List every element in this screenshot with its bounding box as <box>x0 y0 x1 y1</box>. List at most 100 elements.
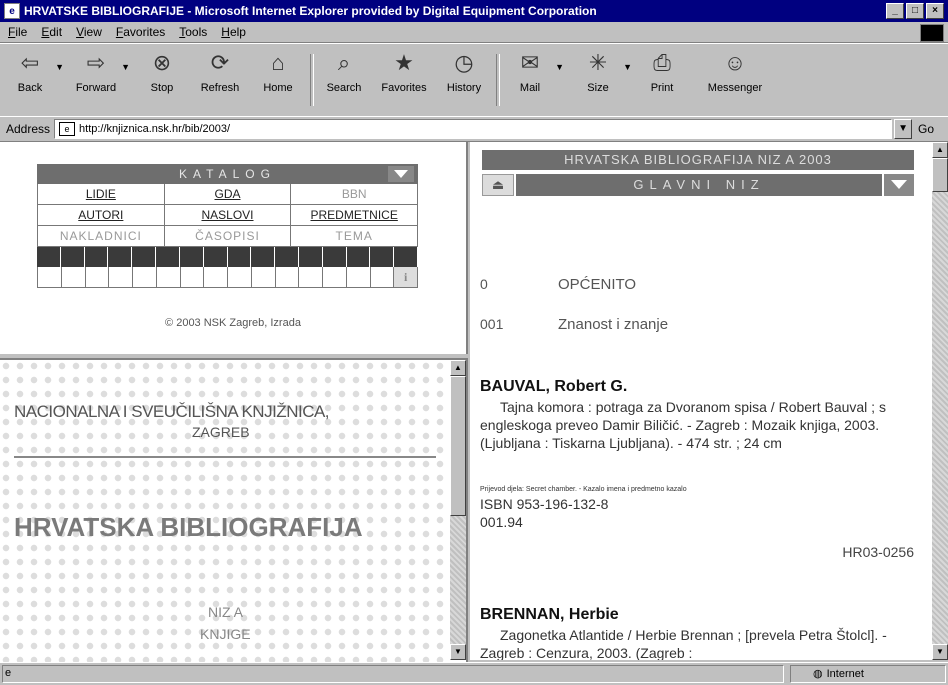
menu-file[interactable]: File <box>8 25 27 39</box>
address-input[interactable]: e http://knjiznica.nsk.hr/bib/2003/ <box>54 119 893 139</box>
search-button[interactable]: ⌕ Search <box>318 48 370 112</box>
globe-icon: ◍ <box>813 668 823 680</box>
menu-help[interactable]: Help <box>221 25 246 39</box>
link-gda[interactable]: GDA <box>165 184 292 204</box>
link-nakladnici[interactable]: NAKLADNICI <box>38 226 165 246</box>
scroll-up-icon[interactable]: ▲ <box>932 142 948 158</box>
library-city: ZAGREB <box>192 424 250 440</box>
text-size-icon: ✳ <box>588 50 608 75</box>
scroll-down-icon[interactable]: ▼ <box>450 644 466 660</box>
logo-frame-scrollbar[interactable]: ▲ ▼ <box>450 360 466 660</box>
size-dropdown-icon[interactable]: ▼ <box>623 62 632 72</box>
link-predmetnice[interactable]: PREDMETNICE <box>291 205 417 225</box>
library-name: NACIONALNA I SVEUČILIŠNA KNJIŽNICA, <box>14 402 330 421</box>
scroll-down-icon[interactable]: ▼ <box>932 644 948 660</box>
toolbar: ⇦ Back ▼ ⇨ Forward ▼ ⊗ Stop ⟳ Refresh ⌂ Home ⌕ S… <box>0 43 948 117</box>
entry-author: BRENNAN, Herbie <box>480 606 619 623</box>
page-icon: e <box>5 667 12 679</box>
entry-description: Zagonetka Atlantide / Herbie Brennan ; [… <box>480 627 887 660</box>
size-button[interactable]: ✳ Size ▼ <box>572 48 632 112</box>
menu-favorites[interactable]: Favorites <box>116 25 165 39</box>
home-icon: ⌂ <box>271 50 285 75</box>
copyright-text: © 2003 NSK Zagreb, Izrada <box>165 317 301 329</box>
mail-button[interactable]: ✉ Mail ▼ <box>504 48 564 112</box>
subsection-name: Znanost i znanje <box>558 316 669 333</box>
niz-a-label[interactable]: NIZ A <box>208 604 243 620</box>
favorites-icon: ★ <box>394 50 414 75</box>
down-triangle-icon[interactable] <box>884 174 914 196</box>
entry-udc: 001.94 <box>480 514 523 530</box>
scroll-up-icon[interactable]: ▲ <box>450 360 466 376</box>
back-arrow-icon: ⇦ <box>20 50 40 75</box>
link-naslovi[interactable]: NASLOVI <box>165 205 292 225</box>
entry-description: Tajna komora : potraga za Dvoranom spisa… <box>480 399 886 451</box>
section-header: ⏏ GLAVNI NIZ <box>482 174 914 196</box>
home-button[interactable]: ⌂ Home <box>252 48 304 112</box>
content-frame: HRVATSKA BIBLIOGRAFIJA NIZ A 2003 ⏏ GLAV… <box>470 142 948 660</box>
messenger-button[interactable]: ☺ Messenger <box>700 48 770 112</box>
knjige-label[interactable]: KNJIGE <box>200 626 251 642</box>
page-icon: e <box>59 122 76 136</box>
refresh-button[interactable]: ⟳ Refresh <box>194 48 246 112</box>
link-autori[interactable]: AUTORI <box>38 205 165 225</box>
link-tema[interactable]: TEMA <box>291 226 417 246</box>
search-icon: ⌕ <box>337 50 351 75</box>
katalog-light-row: i <box>37 267 418 288</box>
history-icon: ◷ <box>454 50 474 75</box>
scroll-thumb[interactable] <box>450 376 466 516</box>
maximize-button[interactable]: □ <box>906 3 924 19</box>
back-button[interactable]: ⇦ Back ▼ <box>4 48 64 112</box>
print-button[interactable]: ⎙ Print <box>636 48 688 112</box>
menu-bar: File Edit View Favorites Tools Help <box>0 22 948 43</box>
address-value: http://knjiznica.nsk.hr/bib/2003/ <box>79 123 231 135</box>
go-button[interactable]: Go <box>918 122 934 136</box>
bibliography-title: HRVATSKA BIBLIOGRAFIJA <box>14 512 363 542</box>
minimize-button[interactable]: _ <box>886 3 904 19</box>
up-icon[interactable]: ⏏ <box>482 174 514 196</box>
history-button[interactable]: ◷ History <box>438 48 490 112</box>
logo-frame: NACIONALNA I SVEUČILIŠNA KNJIŽNICA, ZAGR… <box>0 358 468 662</box>
print-icon: ⎙ <box>653 50 671 75</box>
link-casopisi[interactable]: ČASOPISI <box>165 226 292 246</box>
info-icon[interactable]: i <box>394 267 418 287</box>
window-controls: _ □ × <box>886 3 944 19</box>
menu-tools[interactable]: Tools <box>179 25 207 39</box>
link-lidie[interactable]: LIDIE <box>38 184 165 204</box>
address-bar: Address e http://knjiznica.nsk.hr/bib/20… <box>0 116 948 142</box>
status-text: e <box>2 665 784 683</box>
katalog-row: AUTORI NASLOVI PREDMETNICE <box>37 205 418 226</box>
katalog-header: KATALOG <box>37 164 418 184</box>
toolbar-separator <box>310 54 314 106</box>
section-name: OPĆENITO <box>558 276 637 293</box>
collapse-triangle-icon[interactable] <box>388 166 414 182</box>
scroll-thumb[interactable] <box>932 158 948 192</box>
title-bar: e HRVATSKE BIBLIOGRAFIJE - Microsoft Int… <box>0 0 948 22</box>
address-dropdown-icon[interactable]: ▼ <box>894 119 913 139</box>
mail-dropdown-icon[interactable]: ▼ <box>555 62 564 72</box>
katalog-row: LIDIE GDA BBN <box>37 184 418 205</box>
window-title: HRVATSKE BIBLIOGRAFIJE - Microsoft Inter… <box>24 4 597 18</box>
messenger-icon: ☺ <box>723 50 747 75</box>
entry-author: BAUVAL, Robert G. <box>480 378 628 395</box>
content-header: HRVATSKA BIBLIOGRAFIJA NIZ A 2003 <box>482 150 914 170</box>
refresh-icon: ⟳ <box>210 50 230 75</box>
back-dropdown-icon[interactable]: ▼ <box>55 62 64 72</box>
entry-signature: HR03-0256 <box>842 544 914 560</box>
subsection-number: 001 <box>480 316 504 332</box>
close-button[interactable]: × <box>926 3 944 19</box>
stop-button[interactable]: ⊗ Stop <box>136 48 188 112</box>
menu-edit[interactable]: Edit <box>41 25 62 39</box>
forward-button[interactable]: ⇨ Forward ▼ <box>70 48 130 112</box>
content-scrollbar[interactable]: ▲ ▼ <box>932 142 948 660</box>
windows-logo-icon <box>920 24 944 42</box>
ie-app-icon[interactable]: e <box>4 3 20 19</box>
katalog-dark-row <box>37 247 418 267</box>
menu-view[interactable]: View <box>76 25 102 39</box>
katalog-row: NAKLADNICI ČASOPISI TEMA <box>37 226 418 247</box>
forward-arrow-icon: ⇨ <box>86 50 106 75</box>
link-bbn[interactable]: BBN <box>291 184 417 204</box>
entry-isbn: ISBN 953-196-132-8 <box>480 496 609 512</box>
favorites-button[interactable]: ★ Favorites <box>378 48 430 112</box>
forward-dropdown-icon[interactable]: ▼ <box>121 62 130 72</box>
status-bar: e ◍ Internet <box>0 662 948 685</box>
